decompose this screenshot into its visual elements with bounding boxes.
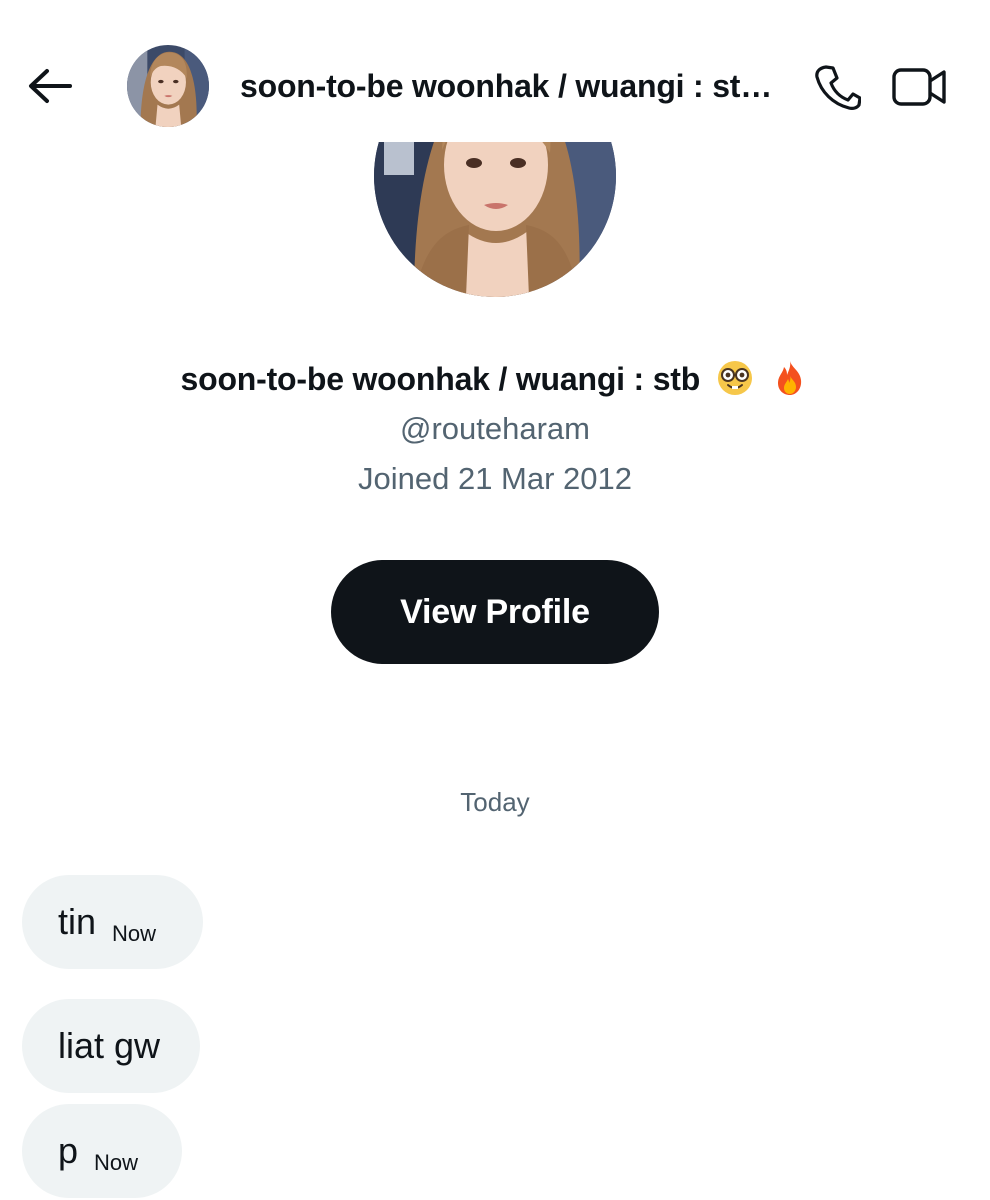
phone-icon bbox=[815, 65, 861, 110]
avatar-photo bbox=[127, 45, 209, 127]
message-text: p bbox=[58, 1130, 79, 1171]
video-call-button[interactable] bbox=[886, 58, 952, 116]
conversation-header: soon-to-be woonhak / wuangi : stb 🤓 🔥 bbox=[0, 0, 990, 142]
nerd-face-emoji bbox=[717, 361, 752, 395]
view-profile-button[interactable]: View Profile bbox=[331, 560, 659, 664]
message-bubble[interactable]: tin Now bbox=[22, 875, 203, 969]
message-bubble[interactable]: liat gw bbox=[22, 999, 200, 1093]
profile-joined-date: Joined 21 Mar 2012 bbox=[357, 461, 633, 496]
header-title[interactable]: soon-to-be woonhak / wuangi : stb 🤓 🔥 bbox=[240, 64, 780, 108]
message-timestamp: Now bbox=[94, 1150, 139, 1175]
arrow-left-icon bbox=[29, 69, 72, 103]
fire-emoji bbox=[777, 361, 801, 395]
call-button[interactable] bbox=[808, 58, 866, 116]
dm-conversation-screen: soon-to-be woonhak / wuangi : stb 🤓 🔥 so… bbox=[0, 0, 990, 1200]
date-divider: Today bbox=[460, 787, 530, 817]
message-bubble[interactable]: p Now bbox=[22, 1104, 182, 1198]
back-button[interactable] bbox=[24, 60, 76, 112]
message-text: tin bbox=[58, 901, 97, 942]
message-text: liat gw bbox=[58, 1025, 161, 1066]
video-camera-icon bbox=[892, 68, 946, 106]
profile-handle: @routeharam bbox=[400, 411, 590, 446]
message-timestamp: Now bbox=[112, 921, 157, 946]
header-avatar[interactable] bbox=[127, 45, 209, 127]
profile-name-text: soon-to-be woonhak / wuangi : stb bbox=[180, 361, 701, 397]
profile-name: soon-to-be woonhak / wuangi : stb bbox=[0, 356, 990, 402]
